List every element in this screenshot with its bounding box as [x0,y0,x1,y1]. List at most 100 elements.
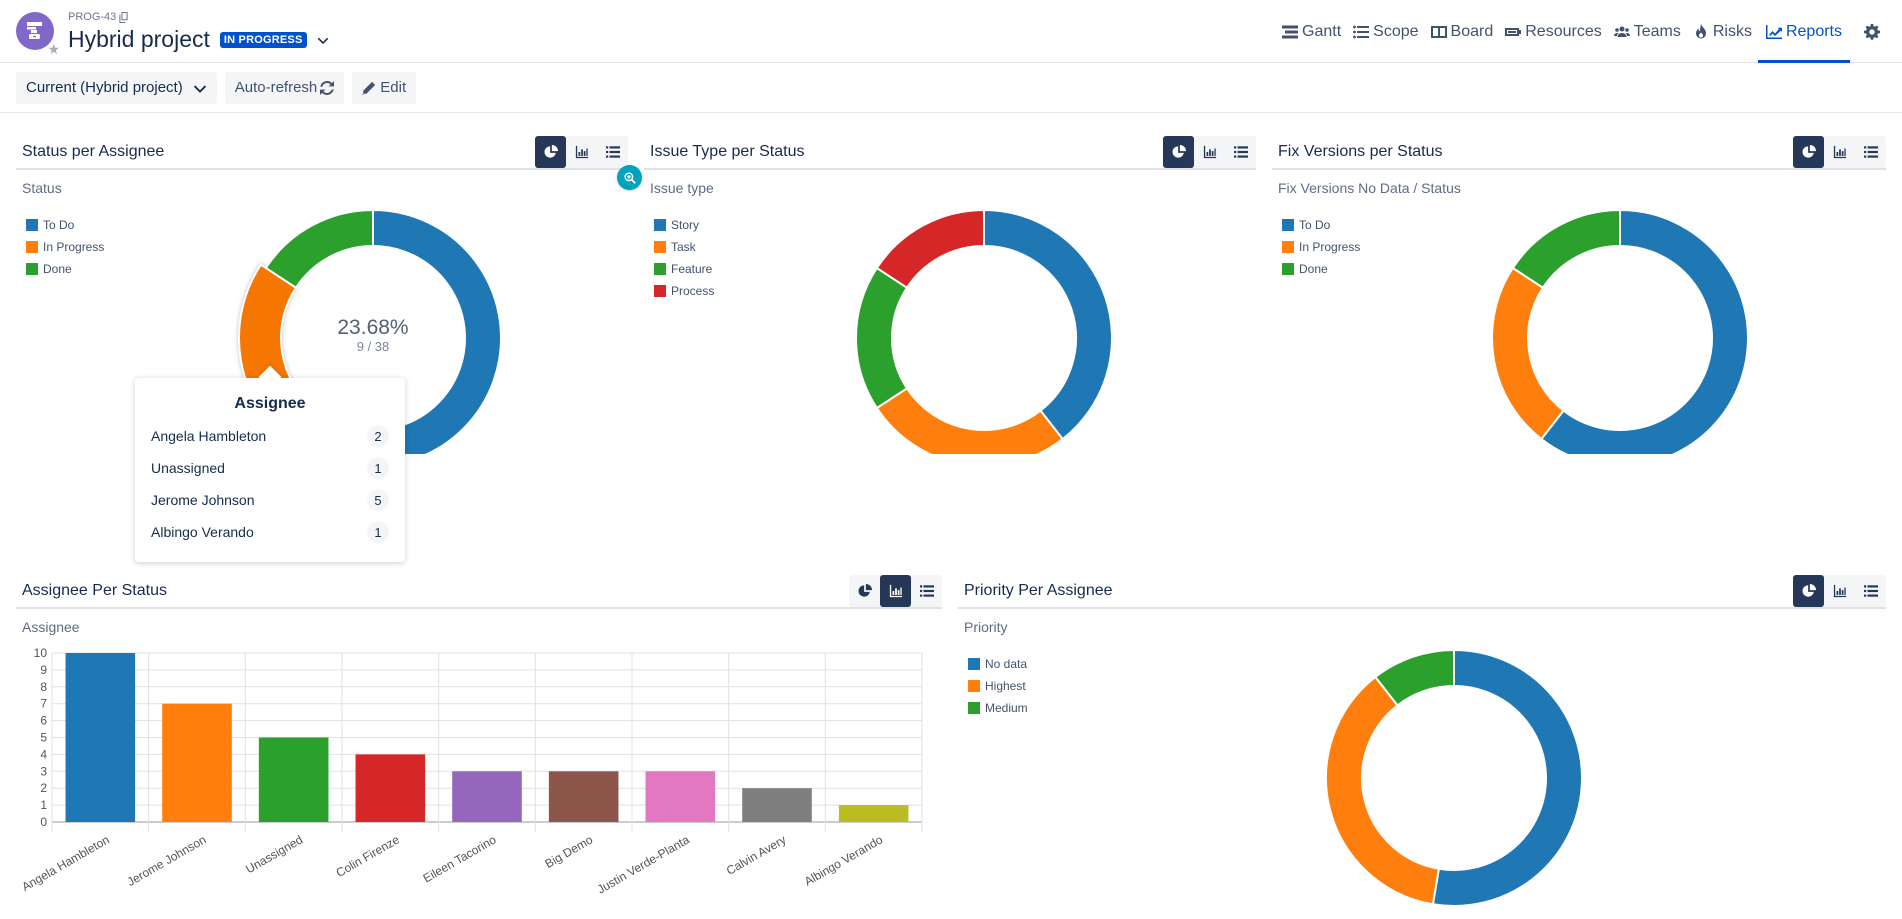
nav-scope-label: Scope [1373,22,1419,40]
donut-slice-no-data[interactable] [1431,648,1583,907]
y-tick-label: 4 [40,747,47,761]
bar-eileen-tacorino[interactable] [452,771,522,822]
tooltip-row-name: Albingo Verando [151,524,254,540]
gantt-icon [1282,24,1298,40]
donut-slice-done[interactable] [1511,208,1621,290]
panel-fix-versions-per-status: Fix Versions per Status Fix Versions No … [1272,134,1886,454]
tooltip-row: Albingo Verando 1 [151,521,389,543]
bar-angela-hambleton[interactable] [65,653,136,822]
tooltip-row-name: Unassigned [151,460,225,476]
status-badge[interactable]: IN PROGRESS [219,31,307,48]
x-tick-label: Calvin Avery [724,832,789,877]
favorite-star-icon[interactable]: ★ [47,42,60,56]
chart-line-icon [1766,24,1782,40]
issue-type-donut-chart [855,208,1113,454]
panel-issue-type-per-status: Issue Type per Status Issue type Story Ta… [644,134,1256,454]
list-icon [1353,24,1369,40]
donut-slice-in-progress[interactable] [1491,266,1565,441]
y-tick-label: 1 [40,798,47,812]
bar-calvin-avery[interactable] [742,788,812,822]
project-key-text: PROG-43 [68,11,117,23]
project-title-text: Hybrid project [68,26,210,52]
project-robot-icon [27,22,42,39]
auto-refresh-label: Auto-refresh [234,79,318,96]
tooltip-row: Jerome Johnson 5 [151,489,389,511]
nav-teams[interactable]: Teams [1608,0,1687,63]
pencil-icon [362,81,376,95]
zoom-in-icon [623,171,636,184]
nav-board[interactable]: Board [1425,0,1500,63]
donut-slice-task[interactable] [875,386,1065,454]
top-nav: Gantt Scope Board Resources Teams Risks … [1276,0,1902,63]
bar-jerome-johnson[interactable] [162,703,232,822]
settings-button[interactable] [1850,0,1902,63]
donut-slice-story[interactable] [983,208,1113,441]
x-tick-label: Big Demo [543,832,596,871]
resources-icon [1505,24,1521,40]
tooltip-row: Unassigned 1 [151,457,389,479]
assignee-bar-chart: 0 1 2 3 4 5 6 7 8 9 10 Angela Hambleton Jerome Johns… [19,646,923,897]
x-tick-label: Angela Hambleton [19,832,112,893]
project-title: Hybrid project IN PROGRESS [68,26,329,53]
tooltip-row-name: Jerome Johnson [151,492,255,508]
nav-risks-label: Risks [1712,22,1752,40]
priority-donut-chart [1325,648,1583,907]
fix-versions-donut-chart [1491,208,1749,454]
x-tick-label: Unassigned [243,832,305,876]
edit-label: Edit [380,79,407,96]
tooltip-row-count: 5 [367,489,389,511]
reports-toolbar: Current (Hybrid project) Auto-refresh Ed… [0,63,1902,113]
nav-board-label: Board [1450,22,1494,40]
teams-icon [1614,24,1630,40]
nav-resources[interactable]: Resources [1499,0,1607,63]
y-tick-label: 0 [40,815,47,829]
y-tick-label: 9 [40,663,47,677]
copy-icon[interactable] [118,12,129,23]
refresh-icon [320,81,334,95]
bar-albingo-verando[interactable] [838,805,909,822]
bar-colin-firenze[interactable] [355,754,426,822]
chevron-down-icon [193,81,207,95]
nav-gantt[interactable]: Gantt [1276,0,1347,63]
scope-select[interactable]: Current (Hybrid project) [16,71,217,104]
board-icon [1431,24,1447,40]
y-tick-label: 5 [40,731,47,745]
x-tick-label: Albingo Verando [802,832,886,888]
project-avatar[interactable]: ★ [16,12,60,56]
nav-reports-label: Reports [1785,22,1842,40]
x-tick-label: Jerome Johnson [125,832,209,888]
donut-slice-highest[interactable] [1325,675,1441,906]
project-key: PROG-43 [68,11,129,23]
tooltip-row-count: 1 [367,521,389,543]
donut-slice-feature[interactable] [855,266,909,410]
bar-big-demo[interactable] [548,771,619,822]
assignee-tooltip: Assignee Angela Hambleton 2 Unassigned 1… [135,378,405,562]
tooltip-row-name: Angela Hambleton [151,428,267,444]
nav-risks[interactable]: Risks [1687,0,1758,63]
x-tick-label: Colin Firenze [334,832,403,880]
gear-icon [1864,24,1880,40]
tooltip-row: Angela Hambleton 2 [151,425,389,447]
donut-slice-process[interactable] [875,208,985,290]
donut-slice-done[interactable] [264,208,374,290]
nav-reports[interactable]: Reports [1757,0,1851,63]
panel-priority-per-assignee: Priority Per Assignee Priority No data Hi… [958,573,1886,919]
tooltip-row-count: 2 [367,425,389,447]
nav-teams-label: Teams [1633,22,1681,40]
x-tick-label: Eileen Tacorino [421,832,499,885]
y-tick-label: 10 [34,646,48,660]
bar-unassigned[interactable] [258,737,329,823]
chevron-down-icon[interactable] [317,34,329,46]
scope-select-value: Current (Hybrid project) [26,79,183,96]
y-tick-label: 8 [40,680,47,694]
auto-refresh-button[interactable]: Auto-refresh [224,71,345,104]
x-tick-label: Justin Verde-Planta [595,832,692,896]
bar-justin-verde-planta[interactable] [645,771,716,822]
nav-scope[interactable]: Scope [1347,0,1424,63]
nav-resources-label: Resources [1525,22,1602,40]
edit-button[interactable]: Edit [352,71,417,104]
center-fraction: 9 / 38 [356,339,390,354]
zoom-button[interactable] [617,165,642,190]
y-tick-label: 3 [40,764,47,778]
nav-gantt-label: Gantt [1302,22,1342,40]
